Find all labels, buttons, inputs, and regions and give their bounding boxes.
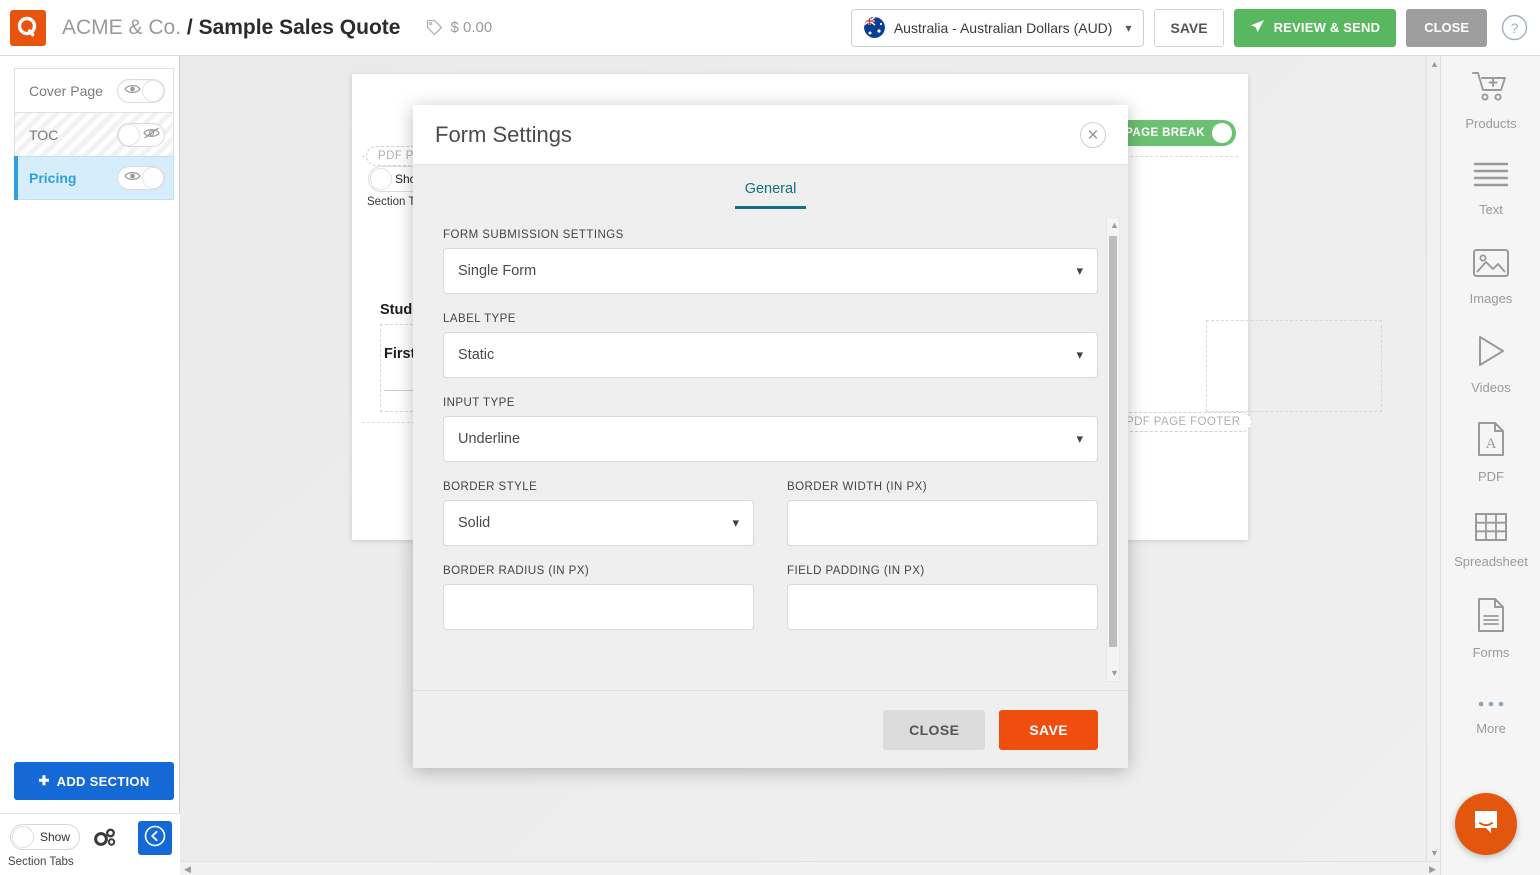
scroll-up-arrow-icon[interactable]: ▲ bbox=[1110, 221, 1119, 230]
form-settings-modal: Form Settings ✕ General FORM SUBMISSION … bbox=[413, 105, 1128, 768]
close-x-icon[interactable]: ✕ bbox=[1080, 122, 1106, 148]
field-input-type: INPUT TYPE Underline bbox=[443, 397, 1098, 462]
field-border-radius: BORDER RADIUS (IN PX) bbox=[443, 565, 754, 630]
modal-vertical-scrollbar[interactable]: ▲ ▼ bbox=[1106, 217, 1120, 682]
scroll-down-arrow-icon[interactable]: ▼ bbox=[1110, 669, 1119, 678]
field-label: FORM SUBMISSION SETTINGS bbox=[443, 229, 1098, 241]
tab-general[interactable]: General bbox=[735, 181, 807, 209]
modal-close-button[interactable]: CLOSE bbox=[883, 710, 985, 750]
scrollbar-thumb[interactable] bbox=[1109, 236, 1117, 647]
modal-footer: CLOSE SAVE bbox=[413, 690, 1128, 768]
field-row-radius-padding: BORDER RADIUS (IN PX) FIELD PADDING (IN … bbox=[443, 565, 1098, 649]
input-type-select[interactable]: Underline bbox=[443, 416, 1098, 462]
modal-header: Form Settings ✕ bbox=[413, 105, 1128, 165]
field-padding-input[interactable] bbox=[787, 584, 1098, 630]
modal-save-button[interactable]: SAVE bbox=[999, 710, 1098, 750]
field-label: INPUT TYPE bbox=[443, 397, 1098, 409]
field-label: FIELD PADDING (IN PX) bbox=[787, 565, 1098, 577]
border-style-select[interactable]: Solid bbox=[443, 500, 754, 546]
field-label-type: LABEL TYPE Static bbox=[443, 313, 1098, 378]
field-label: BORDER WIDTH (IN PX) bbox=[787, 481, 1098, 493]
modal-overlay: Form Settings ✕ General FORM SUBMISSION … bbox=[0, 0, 1540, 875]
modal-body: FORM SUBMISSION SETTINGS Single Form LAB… bbox=[413, 209, 1128, 690]
field-form-submission-settings: FORM SUBMISSION SETTINGS Single Form bbox=[443, 229, 1098, 294]
form-submission-settings-select[interactable]: Single Form bbox=[443, 248, 1098, 294]
label-type-select[interactable]: Static bbox=[443, 332, 1098, 378]
border-width-input[interactable] bbox=[787, 500, 1098, 546]
field-border-style: BORDER STYLE Solid bbox=[443, 481, 754, 546]
modal-tabbar: General bbox=[413, 165, 1128, 209]
field-border-width: BORDER WIDTH (IN PX) bbox=[787, 481, 1098, 546]
field-field-padding: FIELD PADDING (IN PX) bbox=[787, 565, 1098, 630]
app-root: ACME & Co. / Sample Sales Quote $ 0.00 bbox=[0, 0, 1540, 875]
field-label: LABEL TYPE bbox=[443, 313, 1098, 325]
field-label: BORDER STYLE bbox=[443, 481, 754, 493]
field-label: BORDER RADIUS (IN PX) bbox=[443, 565, 754, 577]
border-radius-input[interactable] bbox=[443, 584, 754, 630]
modal-title: Form Settings bbox=[435, 122, 572, 148]
field-row-border: BORDER STYLE Solid BORDER WIDTH (IN PX) bbox=[443, 481, 1098, 565]
